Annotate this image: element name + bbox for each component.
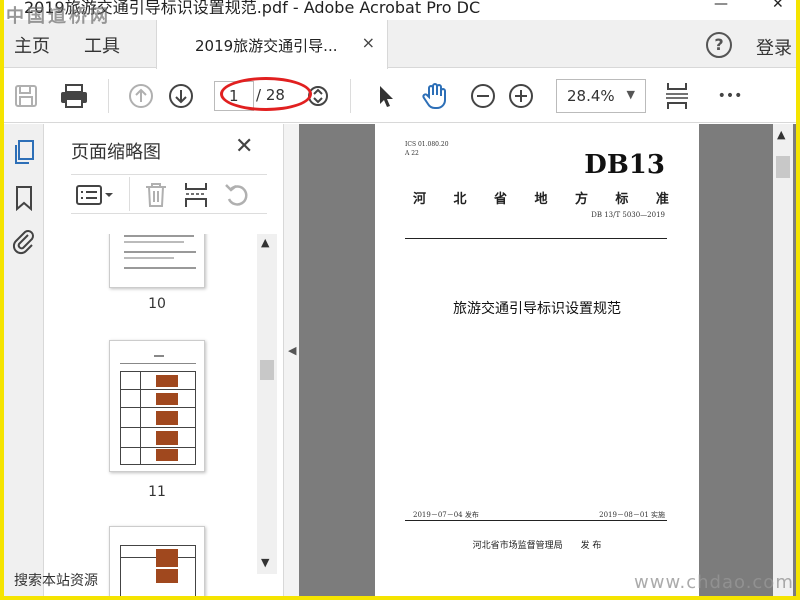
doc-standard-number: DB 13/T 5030—2019 (591, 211, 665, 219)
document-scroll-thumb[interactable] (776, 156, 790, 178)
scroll-down-icon[interactable]: ▼ (261, 556, 269, 569)
doc-top-rule (405, 238, 667, 239)
toolbar: 1 / 28 28.4% ▼ ••• (4, 69, 796, 123)
doc-ics-code: ICS 01.080.20 A 22 (405, 141, 449, 157)
select-arrow-icon[interactable] (370, 69, 402, 123)
minimize-button[interactable]: — (714, 0, 728, 12)
zoom-out-icon[interactable] (466, 69, 500, 123)
document-scrollbar[interactable]: ▲ (773, 124, 793, 596)
thumbnail-page-12[interactable] (109, 526, 205, 596)
tab-close-icon[interactable]: × (362, 33, 375, 52)
extract-page-icon[interactable] (183, 181, 209, 213)
doc-bottom-rule (405, 520, 667, 521)
rotate-page-icon[interactable] (223, 181, 251, 213)
menu-home[interactable]: 主页 (14, 32, 50, 58)
watermark-bottom-left: 搜索本站资源 (14, 573, 98, 589)
thumbnail-options-icon[interactable] (75, 182, 115, 212)
save-icon[interactable] (8, 69, 44, 123)
doc-title: 旅游交通引导标识设置规范 (453, 301, 621, 317)
thumbnail-scrollbar[interactable]: ▲ ▼ (257, 234, 277, 574)
scroll-up-icon[interactable]: ▲ (261, 236, 269, 249)
document-view: ICS 01.080.20 A 22 DB13 河 北 省 地 方 标 准 DB… (299, 124, 796, 596)
thumbnail-label-11: 11 (148, 484, 166, 500)
document-tab-label: 2019旅游交通引导... (195, 37, 338, 55)
doc-issuer: 河北省市场监督管理局 发 布 (472, 541, 602, 551)
doc-scroll-up-icon[interactable]: ▲ (777, 128, 785, 141)
chevron-down-icon: ▼ (626, 88, 635, 101)
bookmark-icon[interactable] (10, 184, 38, 212)
panel-title: 页面缩略图 (71, 142, 161, 163)
panel-collapse-strip[interactable]: ◀ (283, 124, 299, 596)
panel-close-icon[interactable]: ✕ (235, 134, 253, 159)
next-page-icon[interactable] (164, 69, 198, 123)
red-annotation-ellipse (220, 77, 312, 111)
zoom-in-icon[interactable] (504, 69, 538, 123)
login-button[interactable]: 登录 (756, 34, 792, 60)
thumbnail-page-11[interactable] (109, 340, 205, 472)
watermark-bottom-right: www.chdao.com (634, 572, 794, 593)
zoom-value: 28.4% (567, 87, 615, 105)
doc-publish-date: 2019－07－04 发布 (413, 511, 479, 519)
thumbnail-list: 10 11 (45, 234, 263, 596)
panel-tools (71, 174, 267, 214)
close-window-button[interactable]: ✕ (772, 0, 784, 12)
doc-db-code: DB13 (584, 150, 665, 180)
thumbnail-page-10[interactable] (109, 234, 205, 288)
help-icon[interactable]: ? (706, 32, 732, 58)
hand-tool-icon[interactable] (416, 69, 454, 123)
page-thumbnails-icon[interactable] (10, 138, 38, 166)
zoom-select[interactable]: 28.4% ▼ (556, 79, 646, 113)
print-icon[interactable] (54, 69, 94, 123)
thumbnails-panel: 页面缩略图 ✕ 10 11 ▲ ▼ (45, 124, 283, 596)
delete-page-icon[interactable] (143, 181, 169, 213)
doc-province-line: 河 北 省 地 方 标 准 (413, 192, 669, 207)
menu-tools[interactable]: 工具 (84, 32, 120, 58)
attachment-icon[interactable] (10, 228, 38, 256)
doc-implement-date: 2019－08－01 实施 (599, 511, 665, 519)
document-tab[interactable]: 2019旅游交通引导... × (156, 20, 388, 69)
collapse-left-icon[interactable]: ◀ (288, 344, 296, 357)
thumbnail-label-10: 10 (148, 296, 166, 312)
title-bar: 2019旅游交通引导标识设置规范.pdf - Adobe Acrobat Pro… (4, 0, 796, 20)
fit-page-icon[interactable] (660, 69, 694, 123)
acrobat-window: 2019旅游交通引导标识设置规范.pdf - Adobe Acrobat Pro… (4, 0, 796, 596)
menu-bar: 主页 工具 2019旅游交通引导... × ? 登录 (4, 20, 796, 69)
pdf-page: ICS 01.080.20 A 22 DB13 河 北 省 地 方 标 准 DB… (375, 124, 699, 596)
more-tools-icon[interactable]: ••• (710, 69, 750, 123)
watermark-top-left: 中国道桥网 (6, 6, 111, 27)
navigation-rail (4, 124, 44, 596)
thumbnail-scroll-thumb[interactable] (260, 360, 274, 380)
previous-page-icon[interactable] (124, 69, 158, 123)
